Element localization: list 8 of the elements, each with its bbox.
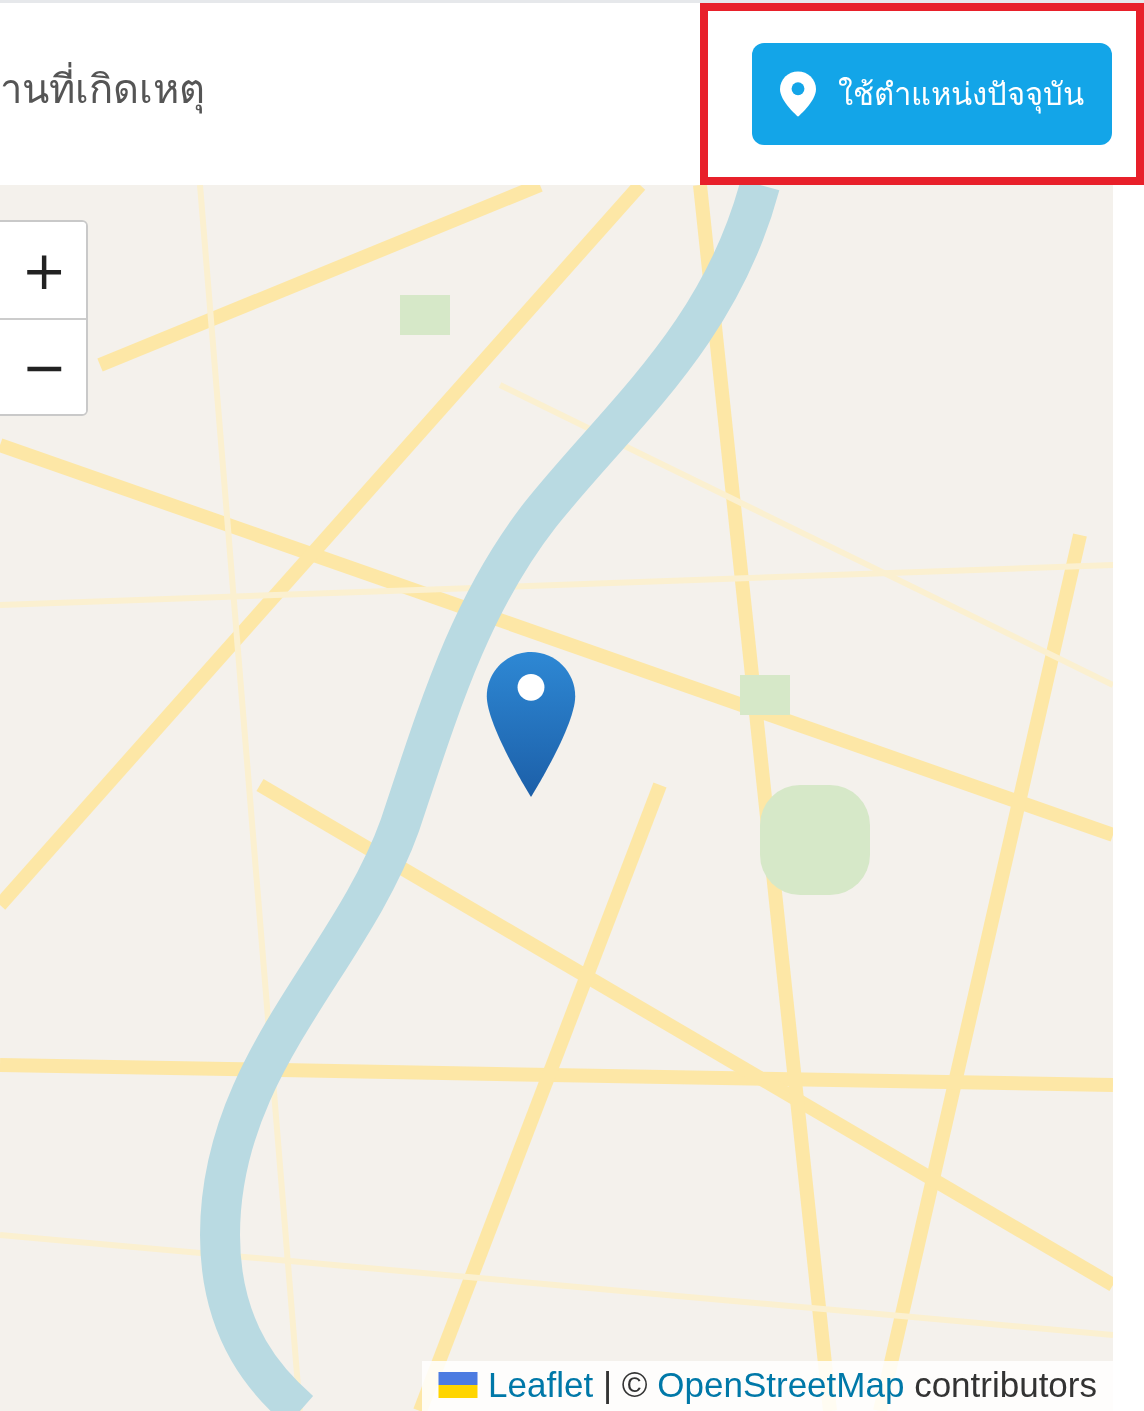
attribution-text: Leaflet | © OpenStreetMap contributors bbox=[488, 1365, 1097, 1405]
flag-icon bbox=[438, 1372, 479, 1398]
section-title: านที่เกิดเหตุ bbox=[0, 57, 205, 121]
use-location-button[interactable]: ใช้ตำแหน่งปัจจุบัน bbox=[752, 43, 1112, 145]
map-pin-icon bbox=[780, 71, 816, 117]
openstreetmap-link[interactable]: OpenStreetMap bbox=[657, 1365, 905, 1404]
leaflet-link[interactable]: Leaflet bbox=[488, 1365, 594, 1404]
zoom-out-button[interactable]: − bbox=[0, 318, 86, 414]
